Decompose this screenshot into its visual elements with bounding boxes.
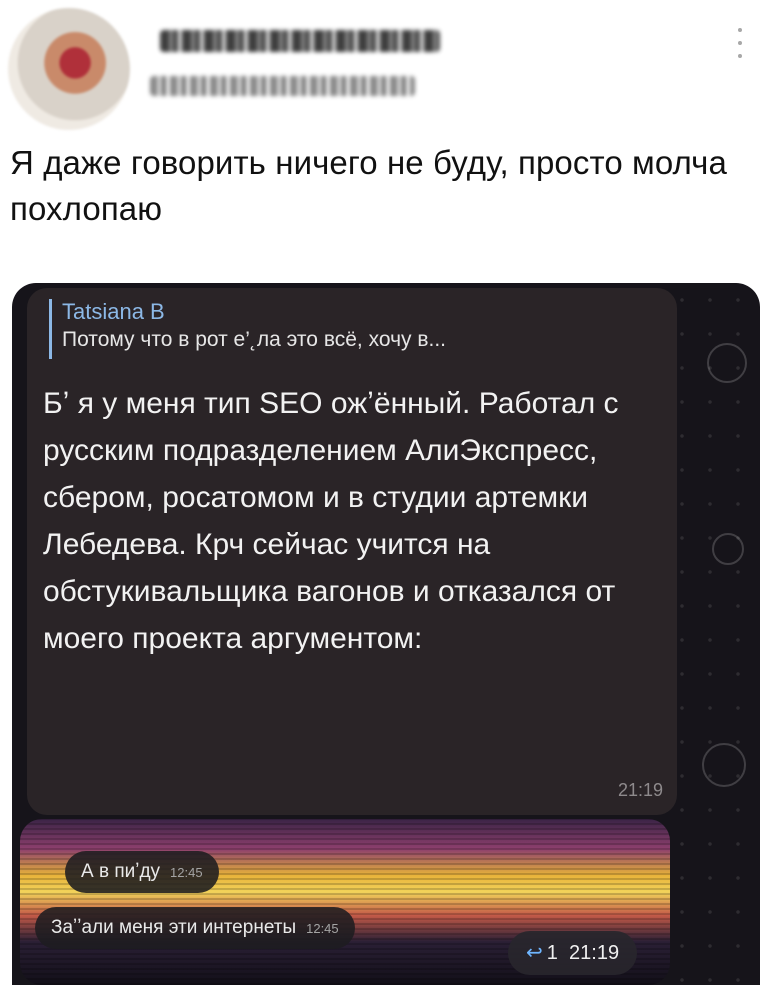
author-handle-redacted bbox=[150, 76, 415, 96]
post-header bbox=[0, 0, 771, 135]
reply-count: 1 bbox=[546, 942, 558, 964]
video-time: 21:19 bbox=[569, 942, 620, 964]
post-text: Я даже говорить ничего не буду, просто м… bbox=[10, 144, 727, 227]
author-name-redacted[interactable] bbox=[160, 30, 440, 52]
more-icon[interactable] bbox=[734, 28, 746, 58]
reply-arrow-icon: ↩ bbox=[526, 942, 543, 964]
video-caption-bubble: Заʼʼали меня эти интернеты 12:45 bbox=[35, 907, 355, 949]
reply-author: Tatsiana B bbox=[62, 299, 165, 324]
video-message[interactable]: А в пиʼду 12:45 Заʼʼали меня эти интернет… bbox=[20, 819, 670, 985]
message-time: 21:19 bbox=[617, 780, 663, 800]
wallpaper-doodle-icon bbox=[702, 743, 746, 787]
message-bubble[interactable]: Tatsiana B Потому что в рот е’˛ла это вс… bbox=[27, 288, 677, 815]
reply-count-badge[interactable]: ↩ 1 21:19 bbox=[508, 931, 638, 975]
video-caption-time: 12:45 bbox=[306, 921, 339, 936]
chat-screenshot: Tatsiana B Потому что в рот е’˛ла это вс… bbox=[12, 283, 760, 985]
video-caption-text: А в пиʼду bbox=[81, 861, 161, 882]
video-caption-text: Заʼʼали меня эти интернеты bbox=[51, 917, 297, 938]
reply-preview: Потому что в рот е’˛ла это всё, хочу в..… bbox=[62, 328, 446, 351]
video-caption-time: 12:45 bbox=[170, 865, 203, 880]
reply-quote[interactable]: Tatsiana B Потому что в рот е’˛ла это вс… bbox=[49, 299, 682, 359]
message-text: Бʼ я у меня тип SEO ожʼённый. Работал с … bbox=[43, 387, 619, 655]
wallpaper-doodle-icon bbox=[707, 343, 747, 383]
wallpaper-doodle-icon bbox=[712, 533, 744, 565]
avatar[interactable] bbox=[8, 8, 130, 130]
video-caption-bubble: А в пиʼду 12:45 bbox=[65, 851, 219, 893]
